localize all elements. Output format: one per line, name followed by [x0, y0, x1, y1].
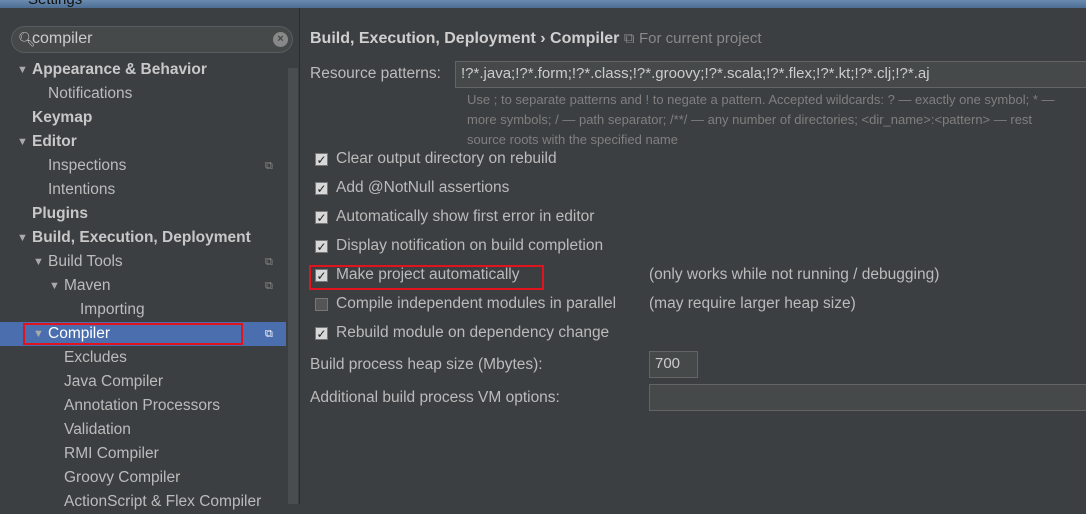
resource-patterns-input[interactable]: !?*.java;!?*.form;!?*.class;!?*.groovy;!…: [455, 61, 1086, 88]
option-label: Add @NotNull assertions: [336, 179, 510, 196]
hint-line: Use ; to separate patterns and ! to nega…: [467, 92, 1055, 107]
breadcrumb-separator: ›: [540, 30, 546, 47]
checkbox-icon[interactable]: ✓: [315, 327, 328, 340]
tree-item[interactable]: ▼ Editor: [0, 130, 286, 154]
expand-arrow-icon[interactable]: ▼: [49, 274, 60, 298]
project-scope-icon: ⧉: [265, 328, 273, 340]
expand-arrow-icon[interactable]: ▼: [17, 130, 28, 154]
tree-item-label: Groovy Compiler: [64, 469, 181, 486]
option-label: Automatically show first error in editor: [336, 208, 595, 225]
tree-item-label: Build, Execution, Deployment: [32, 229, 251, 246]
tree-item-label: RMI Compiler: [64, 445, 159, 462]
tree-item[interactable]: Validation: [0, 418, 286, 442]
expand-arrow-icon[interactable]: ▼: [33, 250, 44, 274]
tree-item[interactable]: Plugins: [0, 202, 286, 226]
project-scope-icon: ⧉: [623, 30, 635, 47]
tree-item-label: Editor: [32, 133, 77, 150]
expand-arrow-icon[interactable]: ▼: [17, 58, 28, 82]
option-checkbox[interactable]: ✓ Compile independent modules in parallel: [315, 293, 616, 315]
highlight-box: [23, 323, 243, 345]
scope-label: For current project: [639, 30, 762, 47]
breadcrumb: Build, Execution, Deployment › Compiler …: [310, 30, 762, 48]
tree-item-label: Annotation Processors: [64, 397, 220, 414]
option-checkbox[interactable]: ✓ Automatically show first error in edito…: [315, 206, 594, 228]
tree-item-label: Notifications: [48, 85, 133, 102]
heap-size-label: Build process heap size (Mbytes):: [310, 356, 543, 373]
option-label: Display notification on build completion: [336, 237, 604, 254]
checkbox-icon[interactable]: ✓: [315, 153, 328, 166]
option-note: (only works while not running / debuggin…: [649, 266, 940, 283]
tree-item-label: Maven: [64, 277, 111, 294]
tree-item[interactable]: Importing: [0, 298, 286, 322]
tree-item-label: Intentions: [48, 181, 116, 198]
resource-patterns-hint: Use ; to separate patterns and ! to nega…: [467, 90, 1055, 150]
tree-item[interactable]: Intentions: [0, 178, 286, 202]
tree-item-label: Validation: [64, 421, 131, 438]
option-label: Rebuild module on dependency change: [336, 324, 610, 341]
tree-item[interactable]: Annotation Processors: [0, 394, 286, 418]
checkbox-icon[interactable]: ✓: [315, 211, 328, 224]
option-checkbox[interactable]: ✓ Display notification on build completio…: [315, 235, 603, 257]
tree-item[interactable]: Excludes: [0, 346, 286, 370]
highlight-box: [309, 265, 544, 290]
settings-tree: ▼ Appearance & Behavior Notifications Keyma…: [0, 58, 286, 514]
checkbox-icon[interactable]: ✓: [315, 182, 328, 195]
search-value: compiler: [32, 30, 93, 47]
hint-line: more symbols; / — path separator; /**/ —…: [467, 112, 1033, 127]
window-title: Settings: [28, 0, 82, 8]
search-input[interactable]: 🔍︎ compiler ×: [11, 26, 293, 53]
tree-item-label: Keymap: [32, 109, 93, 126]
tree-item-label: Excludes: [64, 349, 127, 366]
tree-item-label: ActionScript & Flex Compiler: [64, 493, 262, 510]
tree-item[interactable]: Inspections ⧉: [0, 154, 286, 178]
expand-arrow-icon[interactable]: ▼: [17, 226, 28, 250]
tree-item-label: Importing: [80, 301, 145, 318]
checkbox-icon[interactable]: ✓: [315, 298, 328, 311]
option-note: (may require larger heap size): [649, 295, 856, 312]
tree-item[interactable]: ▼ Build, Execution, Deployment: [0, 226, 286, 250]
tree-item-label: Java Compiler: [64, 373, 164, 390]
option-checkbox[interactable]: ✓ Add @NotNull assertions: [315, 177, 509, 199]
option-checkbox[interactable]: ✓ Clear output directory on rebuild: [315, 148, 557, 170]
settings-sidebar: 🔍︎ compiler × ▼ Appearance & Behavior Noti…: [0, 8, 300, 510]
tree-item[interactable]: ▼ Build Tools ⧉: [0, 250, 286, 274]
vm-options-input[interactable]: [649, 384, 1086, 411]
clear-search-icon[interactable]: ×: [273, 32, 288, 47]
tree-item-label: Inspections: [48, 157, 127, 174]
compiler-settings-panel: Build, Execution, Deployment › Compiler …: [301, 8, 1086, 504]
resource-patterns-label: Resource patterns:: [310, 65, 441, 82]
tree-item[interactable]: Groovy Compiler: [0, 466, 286, 490]
project-scope-icon: ⧉: [265, 160, 273, 172]
project-scope-icon: ⧉: [265, 280, 273, 292]
tree-item-label: Build Tools: [48, 253, 123, 270]
hint-line: source roots with the specified name: [467, 132, 678, 147]
tree-item[interactable]: ▼ Maven ⧉: [0, 274, 286, 298]
vm-options-label: Additional build process VM options:: [310, 389, 560, 406]
option-checkbox[interactable]: ✓ Rebuild module on dependency change: [315, 322, 609, 344]
title-bar: Settings: [0, 0, 1086, 8]
tree-item[interactable]: RMI Compiler: [0, 442, 286, 466]
sidebar-scrollbar[interactable]: [288, 68, 298, 504]
option-label: Compile independent modules in parallel: [336, 295, 617, 312]
tree-item[interactable]: Keymap: [0, 106, 286, 130]
tree-item-label: Plugins: [32, 205, 88, 222]
tree-item[interactable]: Java Compiler: [0, 370, 286, 394]
project-scope-icon: ⧉: [265, 256, 273, 268]
tree-item[interactable]: ▼ Appearance & Behavior: [0, 58, 286, 82]
checkbox-icon[interactable]: ✓: [315, 240, 328, 253]
tree-item-label: Appearance & Behavior: [32, 61, 207, 78]
breadcrumb-path: Build, Execution, Deployment: [310, 30, 536, 47]
option-label: Clear output directory on rebuild: [336, 150, 557, 167]
tree-item[interactable]: Notifications: [0, 82, 286, 106]
heap-size-input[interactable]: 700: [649, 351, 698, 378]
breadcrumb-current: Compiler: [550, 30, 620, 47]
tree-item[interactable]: ActionScript & Flex Compiler: [0, 490, 286, 514]
